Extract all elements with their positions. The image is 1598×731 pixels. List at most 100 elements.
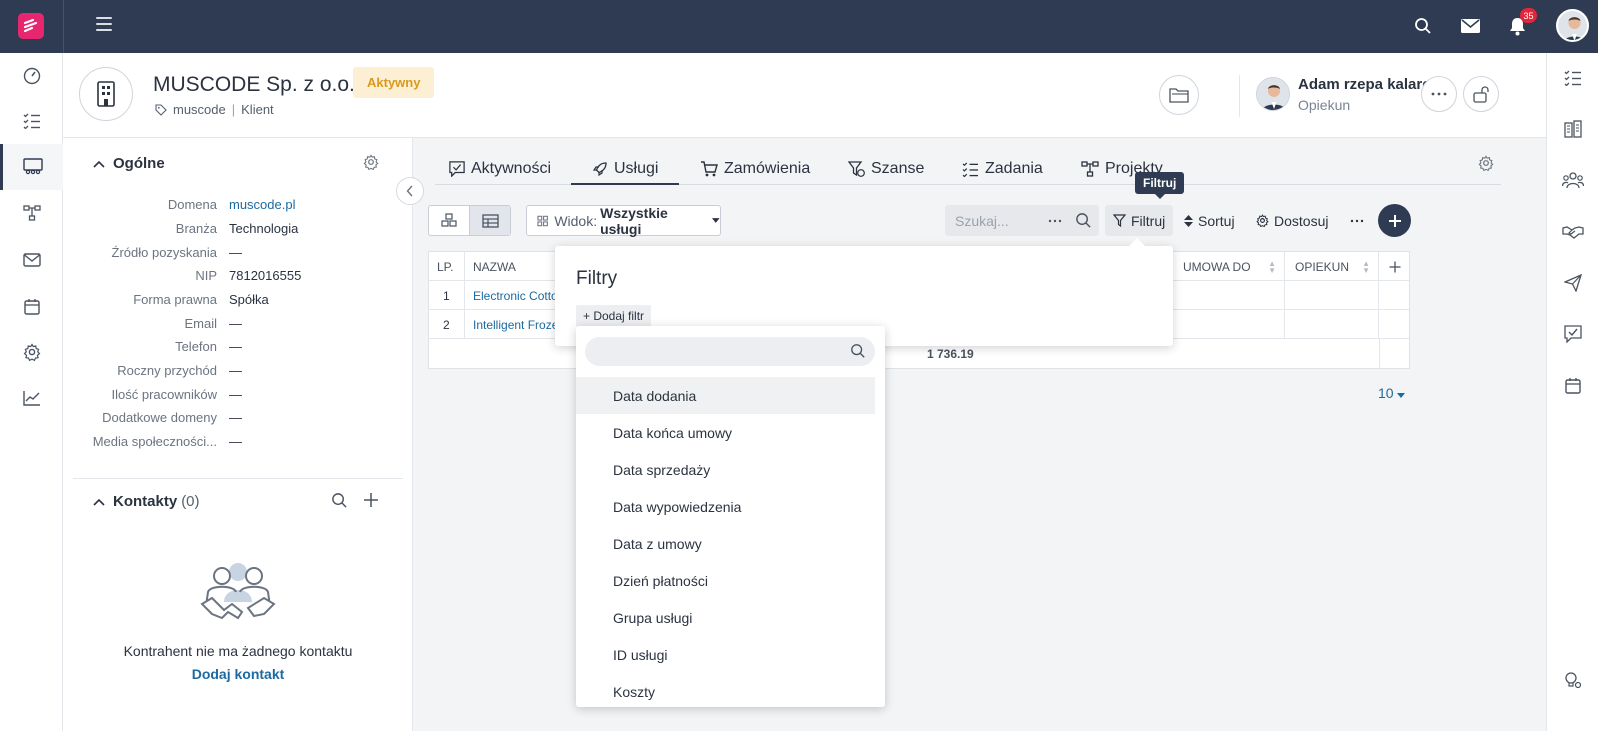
send-icon[interactable] xyxy=(1547,263,1598,303)
unlock-button[interactable] xyxy=(1463,76,1499,112)
contacts-section-toggle[interactable]: Kontakty (0) xyxy=(93,493,200,510)
search-icon[interactable] xyxy=(1412,15,1434,37)
sort-button[interactable]: Sortuj xyxy=(1184,205,1235,236)
general-section-toggle[interactable]: Ogólne xyxy=(93,155,165,172)
add-service-button[interactable] xyxy=(1378,204,1411,237)
team-icon[interactable] xyxy=(1547,160,1598,200)
approval-chat-icon[interactable] xyxy=(1547,314,1598,354)
clients-icon[interactable] xyxy=(0,144,63,190)
settings-icon xyxy=(1256,214,1269,227)
company-avatar xyxy=(79,67,133,121)
view-select[interactable]: Widok: Wszystkie usługi xyxy=(526,204,721,237)
funnel-coin-icon xyxy=(848,160,865,177)
buildings-icon[interactable] xyxy=(1547,109,1598,149)
checklist-icon xyxy=(962,162,978,177)
sort-arrows-icon[interactable]: ▲ ▼ xyxy=(1268,260,1276,275)
filter-field-search-input[interactable] xyxy=(585,337,875,366)
status-badge[interactable]: Aktywny xyxy=(353,67,435,98)
contacts-count: (0) xyxy=(181,493,200,510)
tab-tasks[interactable]: Zadania xyxy=(962,154,1043,184)
owner-avatar[interactable] xyxy=(1256,77,1290,111)
search-contacts-icon[interactable] xyxy=(331,492,348,512)
sort-arrows-icon[interactable]: ▲ ▼ xyxy=(1362,260,1370,275)
filter-option[interactable]: Data z umowy xyxy=(576,525,875,562)
tag-icon xyxy=(155,103,167,116)
caret-down-icon xyxy=(712,218,720,223)
filter-button[interactable]: Filtruj xyxy=(1105,205,1174,236)
view-prefix: Widok: xyxy=(554,212,598,229)
more-search-icon[interactable] xyxy=(1048,219,1062,223)
app-logo[interactable] xyxy=(18,13,44,39)
checklist-icon[interactable] xyxy=(1547,58,1598,98)
kanban-view-button[interactable] xyxy=(429,206,469,235)
tab-opportunities[interactable]: Szanse xyxy=(848,154,924,184)
view-value: Wszystkie usługi xyxy=(600,204,668,237)
search-icon[interactable] xyxy=(1075,212,1092,229)
column-header-owner[interactable]: OPIEKUN ▲ ▼ xyxy=(1285,252,1379,281)
company-name: MUSCODE Sp. z o.o. xyxy=(153,73,355,96)
column-header-contract-to[interactable]: UMOWA DO ▲ ▼ xyxy=(1173,252,1285,281)
more-options-button[interactable] xyxy=(1421,76,1457,112)
menu-icon[interactable] xyxy=(96,17,112,31)
field-email: Email — xyxy=(184,316,242,331)
calendar-icon[interactable] xyxy=(0,283,63,329)
table-view-button[interactable] xyxy=(469,206,510,235)
general-settings-icon[interactable] xyxy=(363,154,379,173)
folder-button[interactable] xyxy=(1159,75,1199,115)
dashboard-icon[interactable] xyxy=(0,53,63,99)
general-section-title: Ogólne xyxy=(113,155,165,172)
filter-option[interactable]: Data dodania xyxy=(576,377,875,414)
page-size-select[interactable]: 10 xyxy=(1378,385,1406,401)
view-mode-toggle xyxy=(428,205,511,236)
tab-orders[interactable]: Zamówienia xyxy=(700,154,810,184)
more-actions-button[interactable] xyxy=(1350,205,1364,236)
tasks-list-icon[interactable] xyxy=(0,98,63,144)
field-source: Źródło pozyskania — xyxy=(111,245,243,260)
table-search-input[interactable]: Szukaj... xyxy=(945,205,1099,236)
add-filter-button[interactable]: + Dodaj filtr xyxy=(576,305,652,327)
grid-icon xyxy=(537,215,548,226)
customize-button[interactable]: Dostosuj xyxy=(1256,205,1328,236)
handshake-icon[interactable] xyxy=(1547,212,1598,252)
filter-option[interactable]: Data wypowiedzenia xyxy=(576,488,875,525)
filter-option[interactable]: ID usługi xyxy=(576,636,875,673)
empty-contacts-illustration xyxy=(63,558,413,631)
settings-icon[interactable] xyxy=(0,329,63,375)
ideas-icon[interactable] xyxy=(1547,660,1598,700)
more-dots-icon xyxy=(1350,219,1364,222)
user-avatar[interactable] xyxy=(1556,9,1589,42)
column-header-lp[interactable]: LP. xyxy=(429,252,465,281)
calendar-icon[interactable] xyxy=(1547,365,1598,405)
filters-title: Filtry xyxy=(576,268,618,289)
filter-option[interactable]: Data końca umowy xyxy=(576,414,875,451)
tabs-settings-icon[interactable] xyxy=(1478,155,1494,174)
notification-badge: 35 xyxy=(1520,8,1537,23)
company-tag[interactable]: muscode xyxy=(173,102,226,117)
tab-activities[interactable]: Aktywności xyxy=(449,154,551,184)
section-divider xyxy=(73,478,403,479)
add-contact-link[interactable]: Dodaj kontakt xyxy=(63,666,413,682)
filter-option[interactable]: Dzień płatności xyxy=(576,562,875,599)
cart-icon xyxy=(701,161,718,177)
mail-icon[interactable] xyxy=(1459,15,1481,37)
filter-tooltip: Filtruj xyxy=(1135,172,1185,199)
search-icon xyxy=(851,344,865,358)
tab-services[interactable]: Usługi xyxy=(571,154,680,185)
add-contact-icon[interactable] xyxy=(363,492,379,511)
project-structure-icon xyxy=(1081,161,1099,177)
field-legal-form: Forma prawna Spółka xyxy=(133,292,269,307)
company-subtitle: muscode | Klient xyxy=(155,102,274,117)
reports-chart-icon[interactable] xyxy=(0,375,63,421)
filter-option[interactable]: Grupa usługi xyxy=(576,599,875,636)
domain-link[interactable]: muscode.pl xyxy=(229,197,295,212)
mail-icon[interactable] xyxy=(0,237,63,283)
caret-down-icon xyxy=(1397,393,1406,398)
field-domain: Domena muscode.pl xyxy=(167,197,296,212)
filter-icon xyxy=(1113,214,1126,227)
add-column-button[interactable] xyxy=(1379,252,1410,281)
structure-icon[interactable] xyxy=(0,190,63,236)
filter-option[interactable]: Data sprzedaży xyxy=(576,451,875,488)
collapse-panel-button[interactable] xyxy=(396,177,424,205)
owner-role: Opiekun xyxy=(1298,97,1351,113)
filter-option[interactable]: Koszty xyxy=(576,673,875,707)
